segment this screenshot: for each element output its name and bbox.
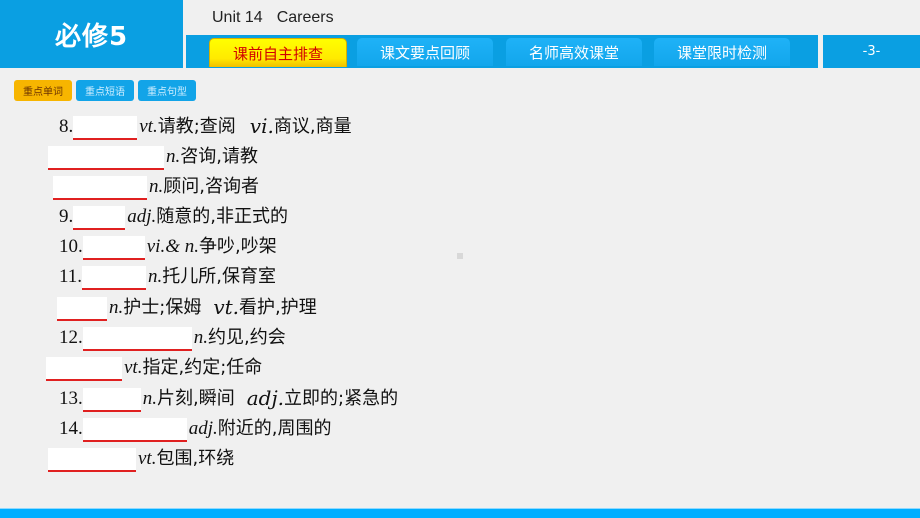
answer-blank[interactable] [82,236,145,260]
meaning: 顾问,咨询者 [163,176,259,197]
vocab-item: 8. vt. 请教;查阅 vi. 商议,商量 [59,112,352,140]
part-of-speech: vi. [249,114,274,138]
answer-blank[interactable] [57,297,107,321]
unit-title: Unit 14 Careers [212,9,334,27]
answer-blank[interactable] [82,266,147,290]
part-of-speech: n. [109,297,124,318]
vocab-item: 13. n. 片刻,瞬间 adj. 立即的;紧急的 [59,384,399,412]
vocab-item: vt. 包围,环绕 [48,444,235,472]
item-number: 14. [59,418,83,439]
meaning: 商议,商量 [273,116,352,137]
tab-text-review[interactable]: 课文要点回顾 [357,38,493,66]
meaning: 附近的,周围的 [217,418,332,439]
item-number: 13. [59,388,83,409]
part-of-speech: n. [193,327,208,348]
meaning: 护士;保姆 [123,297,202,318]
unit-name: Careers [276,9,334,26]
part-of-speech: n. [166,146,181,167]
meaning: 随意的,非正式的 [156,206,289,227]
part-of-speech: n. [149,176,164,197]
answer-blank[interactable] [48,146,164,170]
nav-bar: 课前自主排查 课文要点回顾 名师高效课堂 课堂限时检测 [186,35,818,68]
subtab-key-sentences[interactable]: 重点句型 [138,80,196,101]
tab-timed-test[interactable]: 课堂限时检测 [654,38,790,66]
answer-blank[interactable] [82,327,192,351]
center-marker [457,253,463,259]
footer-bar [0,509,920,518]
vocab-item: n. 顾问,咨询者 [53,172,259,200]
page-number: -3- [823,35,920,68]
answer-blank[interactable] [73,116,138,140]
meaning: 包围,环绕 [156,448,235,469]
meaning: 争吵,吵架 [199,236,277,257]
vocab-item: n. 护士;保姆 vt. 看护,护理 [57,293,317,321]
vocab-item: n. 咨询,请教 [48,142,258,170]
answer-blank[interactable] [82,418,187,442]
part-of-speech: n. [142,388,157,409]
answer-blank[interactable] [82,388,141,412]
part-of-speech: vt. [139,116,158,137]
meaning: 立即的;紧急的 [284,388,399,409]
vocab-item: 12. n. 约见,约会 [59,323,286,351]
item-number: 8. [59,116,74,137]
unit-label: Unit 14 [212,9,263,26]
meaning: 约见,约会 [208,327,286,348]
part-of-speech: adj. [188,418,218,439]
answer-blank[interactable] [73,206,126,230]
item-number: 9. [59,206,74,227]
vocab-item: 14. adj. 附近的,周围的 [59,414,332,442]
item-number: 12. [59,327,83,348]
meaning: 咨询,请教 [180,146,258,167]
book-title: 必修5 [0,0,183,68]
tab-pre-class-check[interactable]: 课前自主排查 [209,38,347,67]
vocab-item: vt. 指定,约定;任命 [46,353,263,381]
subtab-key-words[interactable]: 重点单词 [14,80,72,101]
subtab-key-phrases[interactable]: 重点短语 [76,80,134,101]
part-of-speech: vi.& n. [146,236,199,257]
vocab-item: 10. vi.& n. 争吵,吵架 [59,232,277,260]
meaning: 请教;查阅 [157,116,236,137]
meaning: 片刻,瞬间 [157,388,235,409]
vocab-item: 9. adj. 随意的,非正式的 [59,202,289,230]
answer-blank[interactable] [53,176,147,200]
item-number: 10. [59,236,83,257]
part-of-speech: vt. [213,295,240,319]
answer-blank[interactable] [46,357,122,381]
vocab-item: 11. n. 托儿所,保育室 [59,262,277,290]
item-number: 11. [59,266,83,287]
meaning: 指定,约定;任命 [142,357,263,378]
part-of-speech: vt. [138,448,157,469]
meaning: 看护,护理 [239,297,317,318]
part-of-speech: vt. [124,357,143,378]
part-of-speech: adj. [246,386,285,410]
sub-tabs: 重点单词 重点短语 重点句型 [14,80,196,101]
tab-teacher-class[interactable]: 名师高效课堂 [506,38,642,66]
part-of-speech: adj. [127,206,157,227]
meaning: 托儿所,保育室 [162,266,277,287]
part-of-speech: n. [148,266,163,287]
answer-blank[interactable] [48,448,136,472]
